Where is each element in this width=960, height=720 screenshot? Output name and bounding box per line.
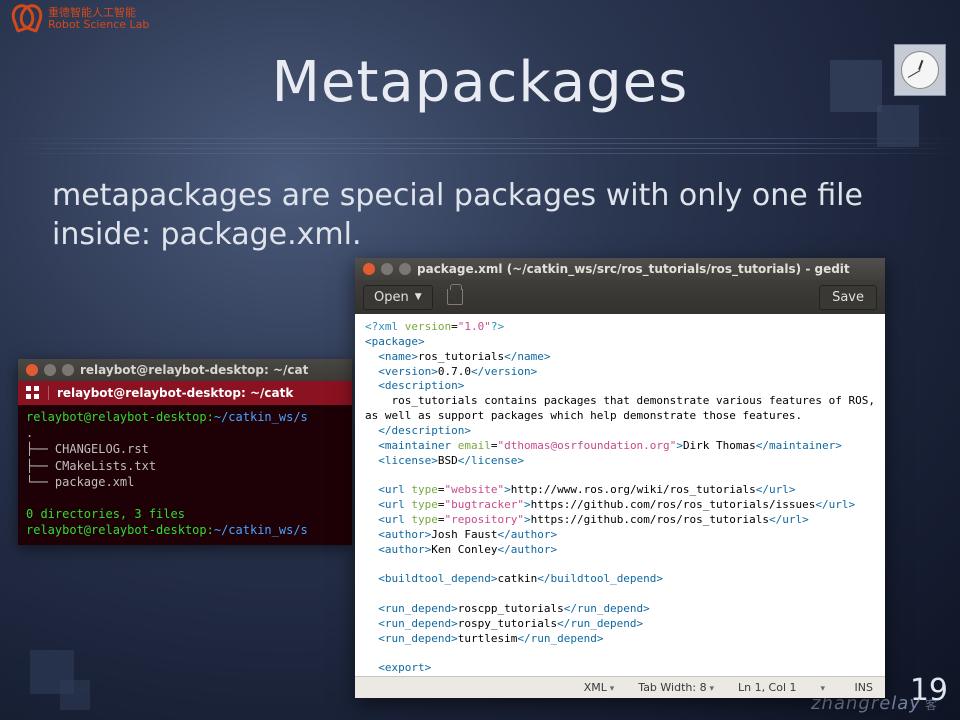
gedit-toolbar: Open ▼ Save xyxy=(355,280,885,314)
logo-line2: Robot Science Lab xyxy=(48,19,149,31)
terminal-tabbar[interactable]: relaybot@relaybot-desktop: ~/catk xyxy=(18,381,352,405)
chevron-down-icon: ▼ xyxy=(415,292,422,302)
gedit-titlebar[interactable]: package.xml (~/catkin_ws/src/ros_tutoria… xyxy=(355,258,885,280)
terminal-body[interactable]: relaybot@relaybot-desktop:~/catkin_ws/s … xyxy=(18,405,352,545)
minimize-icon[interactable] xyxy=(381,263,393,275)
gedit-statusbar: XML Tab Width: 8 Ln 1, Col 1 INS xyxy=(355,676,885,698)
status-cursor-position: Ln 1, Col 1 xyxy=(738,681,797,694)
terminal-window-title: relaybot@relaybot-desktop: ~/cat xyxy=(80,363,308,377)
slide-title: Metapackages xyxy=(0,50,960,115)
terminal-titlebar[interactable]: relaybot@relaybot-desktop: ~/cat xyxy=(18,359,352,381)
status-tabwidth[interactable]: Tab Width: 8 xyxy=(638,681,714,694)
tab-grid-icon[interactable] xyxy=(26,386,40,400)
slide-body: metapackages are special packages with o… xyxy=(52,176,908,254)
close-icon[interactable] xyxy=(26,364,38,376)
logo-mark-icon xyxy=(12,4,42,34)
decorative-ridges xyxy=(0,138,960,158)
maximize-icon[interactable] xyxy=(62,364,74,376)
maximize-icon[interactable] xyxy=(399,263,411,275)
save-button-label: Save xyxy=(832,290,864,305)
gedit-window: package.xml (~/catkin_ws/src/ros_tutoria… xyxy=(355,258,885,698)
logo: 重德智能人工智能 Robot Science Lab xyxy=(12,4,149,34)
terminal-window: relaybot@relaybot-desktop: ~/cat relaybo… xyxy=(18,359,352,545)
terminal-tab-title: relaybot@relaybot-desktop: ~/catk xyxy=(57,386,293,400)
gedit-editor[interactable]: <?xml version="1.0"?> <package> <name>ro… xyxy=(355,314,885,676)
save-button[interactable]: Save xyxy=(819,285,877,310)
status-language[interactable]: XML xyxy=(584,681,615,694)
minimize-icon[interactable] xyxy=(44,364,56,376)
close-icon[interactable] xyxy=(363,263,375,275)
status-insert-mode: INS xyxy=(855,681,873,694)
status-dropdown-icon[interactable] xyxy=(821,681,831,694)
open-button-label: Open xyxy=(374,290,409,305)
new-tab-icon[interactable] xyxy=(447,289,463,305)
open-button[interactable]: Open ▼ xyxy=(363,285,433,310)
gedit-window-title: package.xml (~/catkin_ws/src/ros_tutoria… xyxy=(417,262,850,276)
